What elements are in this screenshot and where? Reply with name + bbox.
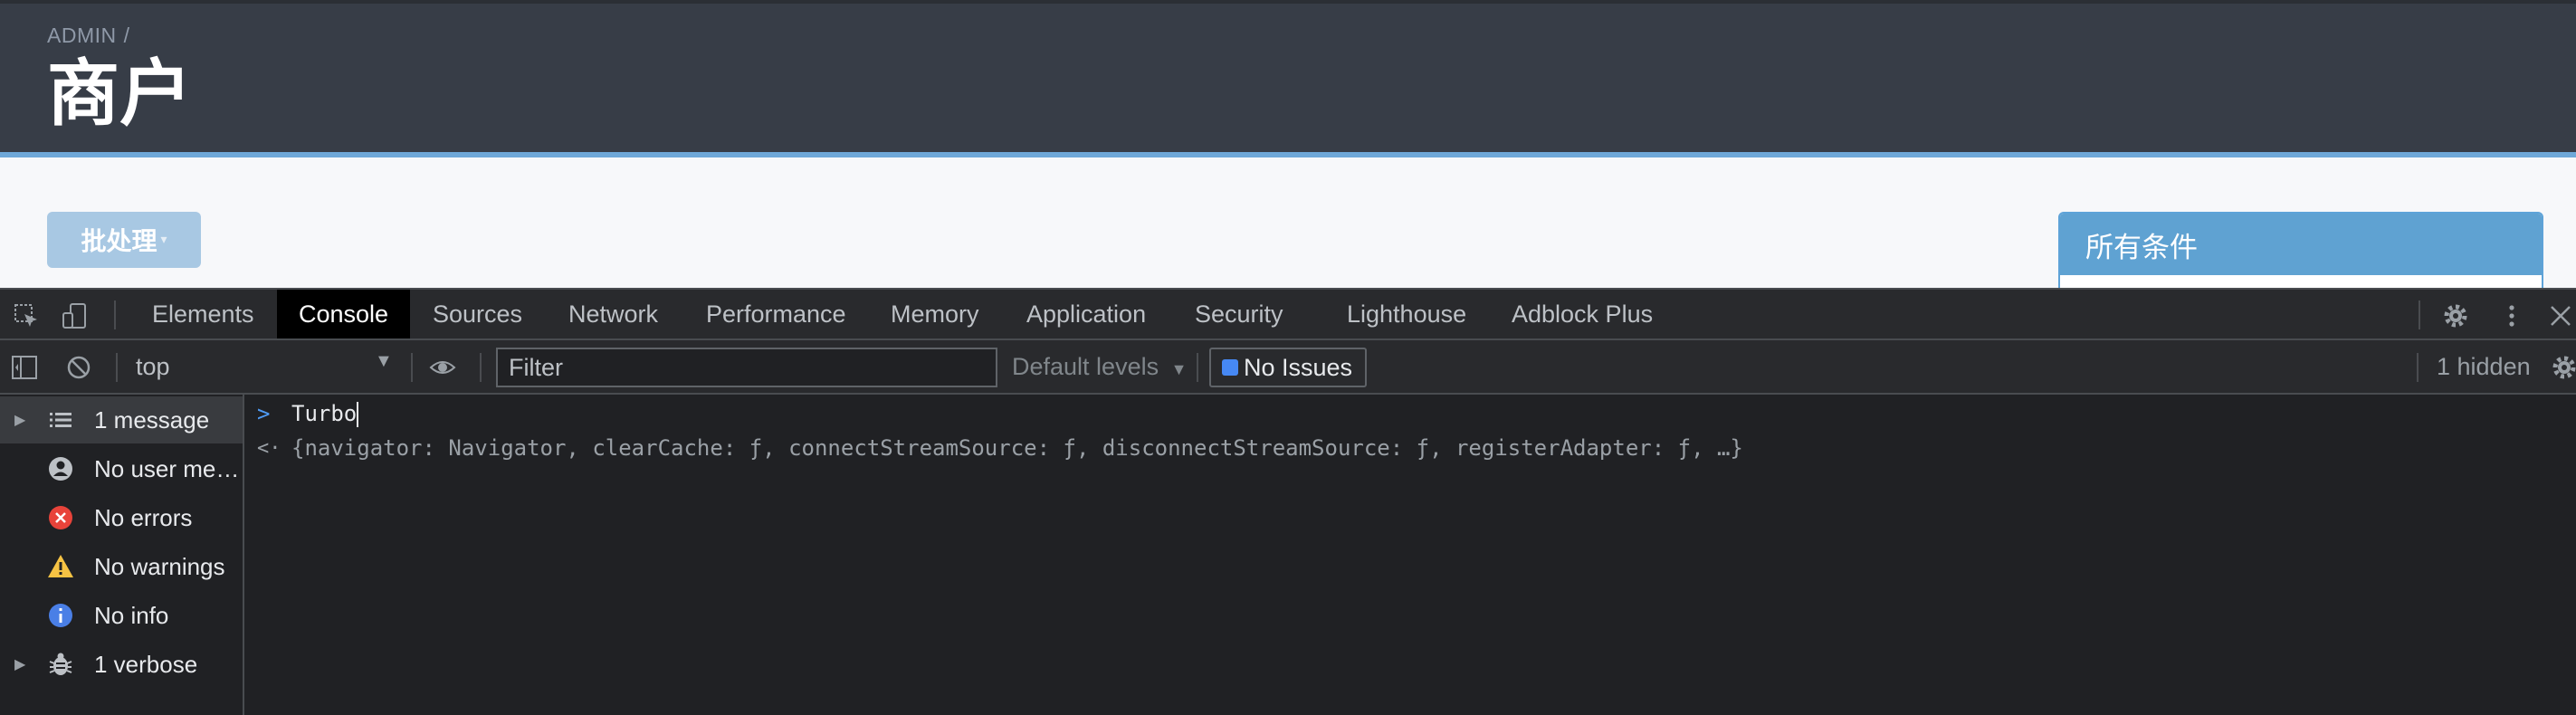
toolbar-divider <box>411 353 413 382</box>
caret-down-icon: ▼ <box>375 351 393 371</box>
sidebar-item-label: 1 message <box>94 405 210 434</box>
log-levels-dropdown[interactable]: Default levels ▼ <box>1012 353 1187 381</box>
text-cursor <box>357 401 359 427</box>
devtools-tabbar: Elements Console Sources Network Perform… <box>0 288 2576 340</box>
breadcrumb: ADMIN / <box>47 24 130 48</box>
warning-icon <box>48 555 73 577</box>
sidebar-item-info[interactable]: No info <box>0 592 243 639</box>
console-input-text[interactable]: Turbo <box>291 401 357 426</box>
console-filter-input[interactable] <box>496 348 997 387</box>
error-icon <box>49 506 72 529</box>
user-icon <box>49 457 72 481</box>
prompt-chevron-icon: > <box>257 401 271 426</box>
caret-down-icon: ▾ <box>160 233 167 247</box>
sidebar-item-label: No errors <box>94 503 193 531</box>
sidebar-item-errors[interactable]: No errors <box>0 494 243 541</box>
console-output[interactable]: > Turbo <· {navigator: Navigator, clearC… <box>244 395 2576 715</box>
console-result-object[interactable]: {navigator: Navigator, clearCache: ƒ, co… <box>291 435 1743 461</box>
tab-lighthouse[interactable]: Lighthouse <box>1325 290 1488 338</box>
breadcrumb-separator: / <box>123 24 130 47</box>
devtools-panel: Elements Console Sources Network Perform… <box>0 288 2576 715</box>
sidebar-item-label: No info <box>94 601 169 629</box>
tab-adblock-plus[interactable]: Adblock Plus <box>1490 290 1674 338</box>
log-levels-label: Default levels <box>1012 353 1159 380</box>
toolbar-divider <box>1197 353 1198 382</box>
expand-arrow-icon[interactable]: ▶ <box>14 655 25 673</box>
tab-performance[interactable]: Performance <box>684 290 868 338</box>
expand-arrow-icon[interactable]: ▶ <box>14 411 25 429</box>
sidebar-item-label: 1 verbose <box>94 650 198 678</box>
batch-action-label: 批处理 <box>81 226 157 256</box>
console-result-line: <· {navigator: Navigator, clearCache: ƒ,… <box>244 431 2576 465</box>
tabbar-divider <box>114 300 116 329</box>
issues-label: No Issues <box>1244 353 1353 381</box>
page-title: 商户 <box>47 52 192 136</box>
show-sidebar-icon[interactable] <box>11 354 38 381</box>
sidebar-item-user-messages[interactable]: No user me… <box>0 445 243 492</box>
caret-down-icon: ▼ <box>1170 360 1188 378</box>
more-options-icon[interactable] <box>2498 302 2525 329</box>
tabbar-divider <box>2419 300 2420 329</box>
result-return-arrow-icon: <· <box>257 436 281 460</box>
sidebar-item-warnings[interactable]: No warnings <box>0 543 243 590</box>
toolbar-divider <box>2417 353 2419 382</box>
tab-security[interactable]: Security <box>1173 290 1305 338</box>
tab-sources[interactable]: Sources <box>411 290 544 338</box>
console-input-line[interactable]: > Turbo <box>244 396 2576 431</box>
sidebar-item-label: No user me… <box>94 454 240 482</box>
breadcrumb-admin-link[interactable]: ADMIN <box>47 24 117 47</box>
tab-memory[interactable]: Memory <box>869 290 1001 338</box>
tab-elements[interactable]: Elements <box>130 290 276 338</box>
gear-icon[interactable] <box>2442 302 2469 329</box>
bug-icon <box>49 653 72 675</box>
inspect-element-icon[interactable] <box>13 302 40 329</box>
tab-application[interactable]: Application <box>1005 290 1168 338</box>
console-settings-gear-icon[interactable] <box>2551 354 2576 381</box>
context-selector[interactable]: top <box>136 353 398 382</box>
filter-panel-title[interactable]: 所有条件 <box>2060 214 2542 275</box>
toolbar-divider <box>480 353 482 382</box>
issues-button[interactable]: No Issues <box>1209 348 1367 387</box>
console-sidebar: ▶ 1 message No user me… No errors No war… <box>0 395 244 715</box>
sidebar-item-label: No warnings <box>94 552 225 580</box>
console-toolbar: top ▼ Default levels ▼ No Issues 1 hidde… <box>0 340 2576 395</box>
clear-console-icon[interactable] <box>65 354 92 381</box>
eye-icon[interactable] <box>429 354 456 381</box>
close-icon[interactable] <box>2547 302 2574 329</box>
tab-network[interactable]: Network <box>547 290 680 338</box>
info-icon <box>49 604 72 627</box>
page-body: 批处理 ▾ 所有条件 <box>0 157 2576 288</box>
issue-message-icon <box>1222 359 1238 376</box>
sidebar-item-messages[interactable]: ▶ 1 message <box>0 396 243 443</box>
sidebar-item-verbose[interactable]: ▶ 1 verbose <box>0 641 243 688</box>
toolbar-divider <box>116 353 118 382</box>
list-icon <box>50 413 72 427</box>
hidden-messages-count: 1 hidden <box>2437 353 2531 380</box>
batch-action-button[interactable]: 批处理 ▾ <box>47 212 201 268</box>
filter-panel: 所有条件 <box>2058 212 2543 288</box>
device-toolbar-icon[interactable] <box>62 302 89 329</box>
page-header: ADMIN / 商户 <box>0 0 2576 154</box>
tab-console[interactable]: Console <box>277 290 411 338</box>
